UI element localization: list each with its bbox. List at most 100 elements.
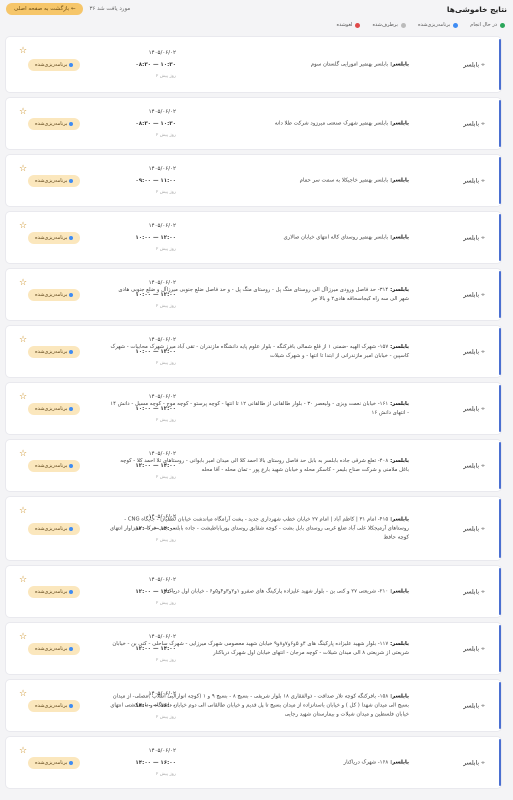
- star-icon[interactable]: ☆: [19, 46, 27, 56]
- outage-card[interactable]: ⌖ بابلسر بابلسر: ۱۵۸- بافرکنگه کوچه تلار ص…: [6, 680, 501, 731]
- status-dot-icon: [69, 526, 74, 531]
- description-text: بابلسر بهنمیر خاجیکلا به سمت سر حمام: [299, 177, 389, 183]
- card-city: ⌖ بابلسر: [463, 758, 485, 767]
- legend-dot-icon: [453, 22, 459, 28]
- description-prefix: بابلسر:: [388, 61, 409, 67]
- status-badge: برنامه‌ریزی‌شده: [28, 522, 81, 535]
- card-city: ⌖ بابلسر: [463, 119, 485, 128]
- star-icon[interactable]: ☆: [19, 575, 27, 585]
- star-icon[interactable]: ☆: [19, 164, 27, 174]
- legend-item: برنامه‌ریزی‌شده: [418, 22, 459, 28]
- back-to-home-button[interactable]: بازگشت به صفحه اصلی ←: [6, 3, 84, 15]
- outage-date: ۱۴۰۵/۰۶/۰۲: [148, 450, 176, 457]
- description-prefix: بابلسر:: [388, 400, 409, 407]
- relative-time: ۲ روز پیش: [155, 537, 176, 543]
- outage-date: ۱۴۰۵/۰۶/۰۲: [148, 690, 176, 697]
- outage-date: ۱۴۰۵/۰۶/۰۲: [148, 49, 176, 56]
- status-dot-icon: [69, 589, 74, 594]
- outage-card[interactable]: ⌖ بابلسر بابلسر: بابلسر بهنمیر شهرک صنعتی …: [6, 98, 501, 149]
- outage-card[interactable]: ⌖ بابلسر بابلسر: ۱۵۷- شهرک الهیه -ضمنی ۱ ا…: [6, 326, 501, 377]
- star-icon[interactable]: ☆: [19, 632, 27, 642]
- outage-card[interactable]: ⌖ بابلسر بابلسر: ۱۶۸- شهرک دریاکنار ۱۴۰۵/۰۶…: [6, 737, 501, 788]
- description-prefix: بابلسر:: [388, 286, 409, 293]
- outage-card[interactable]: ⌖ بابلسر بابلسر: بابلسر بهنمیر روستای کاله…: [6, 212, 501, 263]
- description-prefix: بابلسر:: [388, 177, 409, 183]
- status-badge: برنامه‌ریزی‌شده: [28, 174, 81, 187]
- time-block: ۱۴۰۵/۰۶/۰۲ ۱۲:۰۰ — ۱۴:۰۰ ۲ روز پیش: [116, 448, 176, 484]
- relative-time: ۲ روز پیش: [155, 360, 176, 366]
- star-icon[interactable]: ☆: [19, 689, 27, 699]
- status-dot-icon: [69, 463, 74, 468]
- top-bar: بازگشت به صفحه اصلی ← ۳۶ مورد یافت شد نت…: [0, 0, 513, 18]
- card-city: ⌖ بابلسر: [463, 233, 485, 242]
- relative-time: ۲ روز پیش: [155, 600, 176, 606]
- time-range: ۱۲:۰۰ — ۱۴:۰۰: [135, 645, 176, 652]
- card-city: ⌖ بابلسر: [463, 347, 485, 356]
- location-pin-icon: ⌖: [481, 524, 485, 532]
- page-title: نتایج خاموشی‌ها: [446, 4, 507, 14]
- legend-dot-icon: [500, 22, 505, 28]
- star-icon[interactable]: ☆: [19, 449, 27, 459]
- outage-card[interactable]: ⌖ بابلسر بابلسر: ۲۱۰- شریعتی ۲۷ و کنی بن -…: [6, 566, 501, 617]
- status-label: برنامه‌ریزی‌شده: [35, 759, 68, 766]
- status-label: برنامه‌ریزی‌شده: [35, 177, 68, 184]
- status-badge: برنامه‌ریزی‌شده: [28, 756, 81, 769]
- status-badge: برنامه‌ریزی‌شده: [28, 231, 81, 244]
- time-range: ۱۲:۰۰ — ۱۴:۰۰: [135, 462, 176, 469]
- outage-date: ۱۴۰۵/۰۶/۰۲: [148, 633, 176, 640]
- description-text: بابلسر بهنمیر روستای کاله انتهای خیابان …: [283, 234, 389, 240]
- outage-card[interactable]: ⌖ بابلسر بابلسر: بابلسر بهنمیر خاجیکلا به …: [6, 155, 501, 206]
- time-range: ۱۲:۰۰ — ۱۴:۰۰: [135, 588, 176, 595]
- outage-date: ۱۴۰۵/۰۶/۰۲: [148, 165, 176, 172]
- status-badge: برنامه‌ریزی‌شده: [28, 642, 81, 655]
- outage-card[interactable]: ⌖ بابلسر بابلسر: ۴۱۵- امام ۳۱ | کاظم آباد …: [6, 497, 501, 560]
- location-pin-icon: ⌖: [481, 644, 485, 652]
- star-icon[interactable]: ☆: [19, 221, 27, 231]
- legend-dot-icon: [355, 22, 361, 28]
- status-badge: برنامه‌ریزی‌شده: [28, 402, 81, 415]
- outage-date: ۱۴۰۵/۰۶/۰۲: [148, 513, 176, 520]
- relative-time: ۲ روز پیش: [155, 771, 176, 777]
- star-icon[interactable]: ☆: [19, 392, 27, 402]
- outage-list: ⌖ بابلسر بابلسر: بابلسر بهنمیر امورایی گلس…: [6, 37, 508, 794]
- star-icon[interactable]: ☆: [19, 278, 27, 288]
- star-icon[interactable]: ☆: [19, 506, 27, 516]
- status-label: برنامه‌ریزی‌شده: [35, 120, 68, 127]
- outage-date: ۱۴۰۵/۰۶/۰۲: [148, 336, 176, 343]
- time-range: ۱۰:۰۰ — ۱۲:۰۰: [135, 348, 176, 355]
- outage-card[interactable]: ⌖ بابلسر بابلسر: بابلسر بهنمیر امورایی گلس…: [6, 37, 501, 92]
- outage-date: ۱۴۰۵/۰۶/۰۲: [148, 576, 176, 583]
- time-block: ۱۴۰۵/۰۶/۰۲ ۱۰:۰۰ — ۱۲:۰۰ ۲ روز پیش: [116, 277, 176, 313]
- status-label: برنامه‌ریزی‌شده: [35, 61, 68, 68]
- star-icon[interactable]: ☆: [19, 335, 27, 345]
- legend-dot-icon: [400, 22, 406, 28]
- star-icon[interactable]: ☆: [19, 107, 27, 117]
- relative-time: ۲ روز پیش: [155, 714, 176, 720]
- star-icon[interactable]: ☆: [19, 746, 27, 756]
- description-text: بابلسر بهنمیر امورایی گلستان سوم: [310, 61, 389, 67]
- city-label: بابلسر: [463, 120, 480, 127]
- location-pin-icon: ⌖: [481, 290, 485, 298]
- time-range: ۱۲:۰۰ — ۱۴:۰۰: [135, 525, 176, 532]
- time-block: ۱۴۰۵/۰۶/۰۲ ۱۲:۰۰ — ۱۴:۰۰ ۲ روز پیش: [116, 631, 176, 667]
- city-label: بابلسر: [463, 61, 480, 68]
- description-text: ۲۱۰- شریعتی ۲۷ و کنی بن - بلوار شهید علی…: [163, 588, 389, 594]
- location-pin-icon: ⌖: [481, 461, 485, 469]
- status-label: برنامه‌ریزی‌شده: [35, 588, 68, 595]
- relative-time: ۲ روز پیش: [155, 73, 176, 79]
- description-prefix: بابلسر:: [388, 759, 409, 765]
- outage-date: ۱۴۰۵/۰۶/۰۲: [148, 393, 176, 400]
- outage-card[interactable]: ⌖ بابلسر بابلسر: ۴۰۸- تعلع شرقی جاده بابلس…: [6, 440, 501, 491]
- legend-label: در حال انجام: [470, 22, 497, 28]
- time-range: ۱۰:۰۰ — ۱۲:۰۰: [135, 405, 176, 412]
- status-dot-icon: [69, 235, 74, 240]
- outage-card[interactable]: ⌖ بابلسر بابلسر: ۱۱۷- بلوار شهید علیزاده پ…: [6, 623, 501, 674]
- outage-card[interactable]: ⌖ بابلسر بابلسر: ۱۶۱- خیابان نعمت ویزی - و…: [6, 383, 501, 434]
- status-label: برنامه‌ریزی‌شده: [35, 702, 68, 709]
- card-city: ⌖ بابلسر: [463, 524, 485, 533]
- status-dot-icon: [69, 62, 74, 67]
- outage-card[interactable]: ⌖ بابلسر بابلسر: ۳۱۴- حد فاصل ورودی میرزاآ…: [6, 269, 501, 320]
- status-badge: برنامه‌ریزی‌شده: [28, 699, 81, 712]
- status-dot-icon: [69, 406, 74, 411]
- card-city: ⌖ بابلسر: [463, 644, 485, 653]
